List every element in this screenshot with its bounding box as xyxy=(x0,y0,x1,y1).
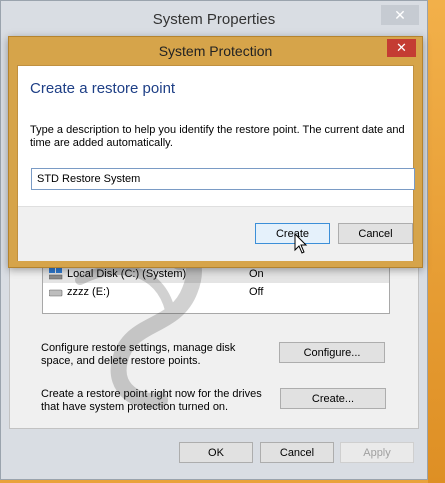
desktop-background xyxy=(428,0,445,483)
dialog-body: Create a restore point Type a descriptio… xyxy=(17,65,415,261)
system-protection-dialog: System Protection ✕ Create a restore poi… xyxy=(8,36,423,268)
close-icon: ✕ xyxy=(396,40,407,55)
cancel-button[interactable]: Cancel xyxy=(260,442,334,463)
drive-status: Off xyxy=(249,286,264,298)
dialog-title: System Protection xyxy=(158,43,273,59)
create-restore-point-button[interactable]: Create... xyxy=(280,388,386,409)
dialog-cancel-button[interactable]: Cancel xyxy=(338,223,413,244)
dialog-footer: Create Cancel xyxy=(18,206,413,261)
dialog-description: Type a description to help you identify … xyxy=(30,124,405,149)
apply-button[interactable]: Apply xyxy=(340,442,414,463)
dialog-heading: Create a restore point xyxy=(30,80,176,97)
ok-button[interactable]: OK xyxy=(179,442,253,463)
window-title: System Properties xyxy=(152,10,276,28)
close-icon: ✕ xyxy=(394,6,406,23)
close-button[interactable]: ✕ xyxy=(381,5,419,25)
drive-status: On xyxy=(249,268,264,280)
create-button[interactable]: Create xyxy=(255,223,330,244)
restore-point-description-input[interactable]: STD Restore System xyxy=(31,168,415,190)
dialog-close-button[interactable]: ✕ xyxy=(387,39,416,57)
mouse-cursor-icon xyxy=(294,233,308,254)
configure-button[interactable]: Configure... xyxy=(279,342,385,363)
